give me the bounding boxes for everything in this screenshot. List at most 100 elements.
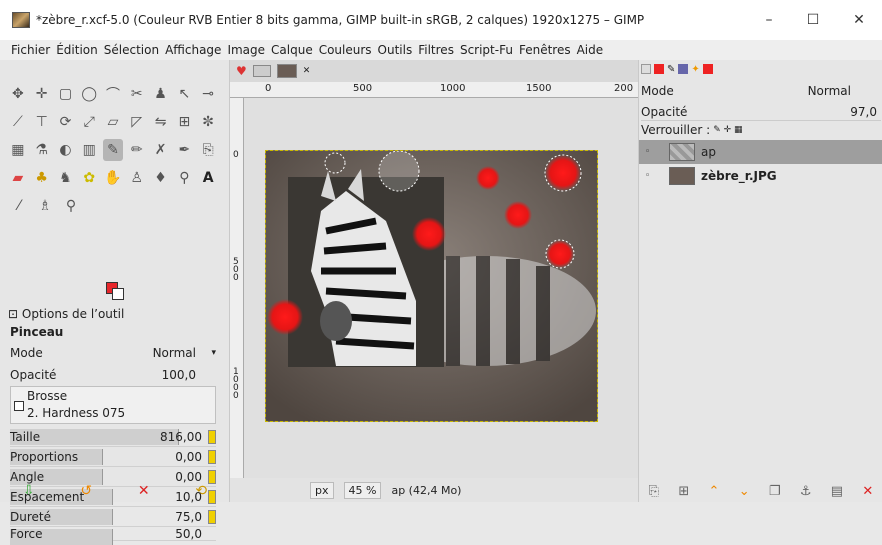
menu-affichage[interactable]: Affichage: [164, 43, 222, 57]
text-grid-icon[interactable]: ▦: [8, 139, 28, 161]
slider-proportions[interactable]: Proportions 0,00: [10, 447, 216, 467]
rotate-icon[interactable]: ⟳: [56, 111, 76, 133]
new-group-icon[interactable]: ⊞: [678, 484, 689, 499]
paths-icon[interactable]: ↖: [174, 83, 194, 105]
menu-fichier[interactable]: Fichier: [10, 43, 51, 57]
paths-tab-icon[interactable]: ✎: [667, 64, 675, 75]
layer-opacity-value[interactable]: 97,0: [850, 105, 877, 119]
slider-value[interactable]: 10,0: [175, 490, 216, 504]
picker-icon[interactable]: ⚲: [174, 167, 194, 189]
menu-script-fu[interactable]: Script-Fu: [459, 43, 514, 57]
slider-value[interactable]: 75,0: [175, 510, 216, 524]
slider-force[interactable]: Force 50,0: [10, 527, 216, 545]
ink-icon[interactable]: ✒: [174, 139, 194, 161]
bucket-fill-icon[interactable]: ⚗: [32, 139, 52, 161]
maximize-button[interactable]: ☐: [798, 8, 828, 32]
channels-tab-icon[interactable]: [654, 64, 664, 74]
menu-selection[interactable]: Sélection: [103, 43, 160, 57]
slider-value[interactable]: 0,00: [175, 450, 216, 464]
raise-layer-icon[interactable]: ⌃: [709, 484, 720, 499]
heal-icon[interactable]: ♣: [32, 167, 52, 189]
menu-filtres[interactable]: Filtres: [417, 43, 455, 57]
zebra-tab-thumb[interactable]: [276, 64, 297, 78]
scale-icon[interactable]: ⤢: [79, 111, 99, 133]
blur-icon[interactable]: ✿: [79, 167, 99, 189]
zoom-icon[interactable]: ⚲: [60, 195, 82, 217]
menu-outils[interactable]: Outils: [377, 43, 414, 57]
menu-couleurs[interactable]: Couleurs: [318, 43, 373, 57]
slider-durete[interactable]: Dureté 75,0: [10, 507, 216, 527]
lock-pixels-icon[interactable]: ✎ ✛ ▦: [713, 125, 742, 135]
menu-aide[interactable]: Aide: [576, 43, 605, 57]
tab-tool-options[interactable]: ⊡ Options de l’outil: [8, 307, 124, 321]
image-tab-icon[interactable]: [252, 65, 271, 77]
blend-icon[interactable]: ◐: [56, 139, 76, 161]
scissors-icon[interactable]: ✂: [127, 83, 147, 105]
color-picker-icon[interactable]: ⊸: [198, 83, 218, 105]
color-swatches[interactable]: [106, 282, 124, 300]
visibility-icon[interactable]: ◦: [645, 171, 650, 181]
opacity-value[interactable]: 100,0: [162, 368, 216, 382]
lower-layer-icon[interactable]: ⌄: [739, 484, 750, 499]
close-button[interactable]: ✕: [844, 8, 874, 32]
eraser-icon[interactable]: ▰: [8, 167, 28, 189]
anchor-layer-icon[interactable]: ⚓: [800, 484, 812, 499]
gimp-tab-icon[interactable]: ♥: [236, 64, 247, 78]
undo-tab-icon[interactable]: [678, 64, 689, 74]
menu-fenetres[interactable]: Fenêtres: [518, 43, 572, 57]
slider-taille[interactable]: Taille 816,00: [10, 427, 216, 447]
tab-close-icon[interactable]: ✕: [303, 66, 311, 76]
burn-icon[interactable]: ♦: [151, 167, 171, 189]
crop-icon[interactable]: ⊤: [32, 111, 52, 133]
foreground-select-icon[interactable]: ♟: [151, 83, 171, 105]
zoom-select[interactable]: 45 %: [343, 481, 382, 499]
free-select-icon[interactable]: ⌒: [103, 83, 123, 105]
cage-icon[interactable]: ⊞: [174, 111, 194, 133]
shear-icon[interactable]: ▱: [103, 111, 123, 133]
visibility-icon[interactable]: ◦: [645, 147, 650, 157]
new-layer-icon[interactable]: ⎘: [649, 484, 659, 499]
brush-selector[interactable]: Brosse 2. Hardness 075: [10, 386, 216, 424]
mode-select[interactable]: Normal: [153, 346, 216, 360]
unit-select[interactable]: px: [310, 481, 334, 499]
minimize-button[interactable]: –: [754, 8, 784, 32]
slider-value[interactable]: 50,0: [175, 527, 216, 541]
rect-select-icon[interactable]: ▢: [56, 83, 76, 105]
eyedropper-icon[interactable]: ⁄: [8, 195, 30, 217]
patterns-tab-icon[interactable]: [702, 64, 713, 74]
magnify-person-icon[interactable]: ♗: [34, 195, 56, 217]
airbrush-icon[interactable]: ✗: [151, 139, 171, 161]
perspective-icon[interactable]: ◸: [127, 111, 147, 133]
text-tool-icon[interactable]: A: [198, 167, 218, 189]
delete-icon[interactable]: ✕: [138, 483, 150, 499]
warp-icon[interactable]: ✼: [198, 111, 218, 133]
menu-edition[interactable]: Édition: [55, 43, 99, 57]
brush-preview-icon[interactable]: [14, 401, 24, 411]
move-icon[interactable]: ✥: [8, 83, 28, 105]
chevron-down-icon[interactable]: ▾: [211, 348, 216, 358]
menu-image[interactable]: Image: [226, 43, 266, 57]
background-color[interactable]: [112, 288, 124, 300]
layer-row-zebre[interactable]: ◦ zèbre_r.JPG: [639, 164, 882, 188]
gradient-icon[interactable]: ▥: [79, 139, 99, 161]
pencil-icon[interactable]: ✏: [127, 139, 147, 161]
layers-tab-icon[interactable]: [641, 64, 651, 74]
ellipse-select-icon[interactable]: ◯: [79, 83, 99, 105]
align-icon[interactable]: ✛: [32, 83, 52, 105]
image-canvas[interactable]: [265, 150, 598, 422]
slider-value[interactable]: 816,00: [160, 430, 216, 444]
paintbrush-icon[interactable]: ✎: [103, 139, 123, 161]
dodge-icon[interactable]: ♙: [127, 167, 147, 189]
smudge-icon[interactable]: ✋: [103, 167, 123, 189]
duplicate-layer-icon[interactable]: ❐: [769, 484, 781, 499]
measure-icon[interactable]: ⟋: [8, 111, 28, 133]
flip-icon[interactable]: ⇋: [151, 111, 171, 133]
clone-icon[interactable]: ⎘: [198, 139, 218, 161]
mask-icon[interactable]: ▤: [831, 484, 843, 499]
brushes-tab-icon[interactable]: ✦: [691, 64, 699, 75]
menu-calque[interactable]: Calque: [270, 43, 314, 57]
layer-mode-select[interactable]: Normal: [808, 84, 851, 98]
perspective-clone-icon[interactable]: ♞: [56, 167, 76, 189]
slider-value[interactable]: 0,00: [175, 470, 216, 484]
delete-layer-icon[interactable]: ✕: [862, 484, 873, 499]
